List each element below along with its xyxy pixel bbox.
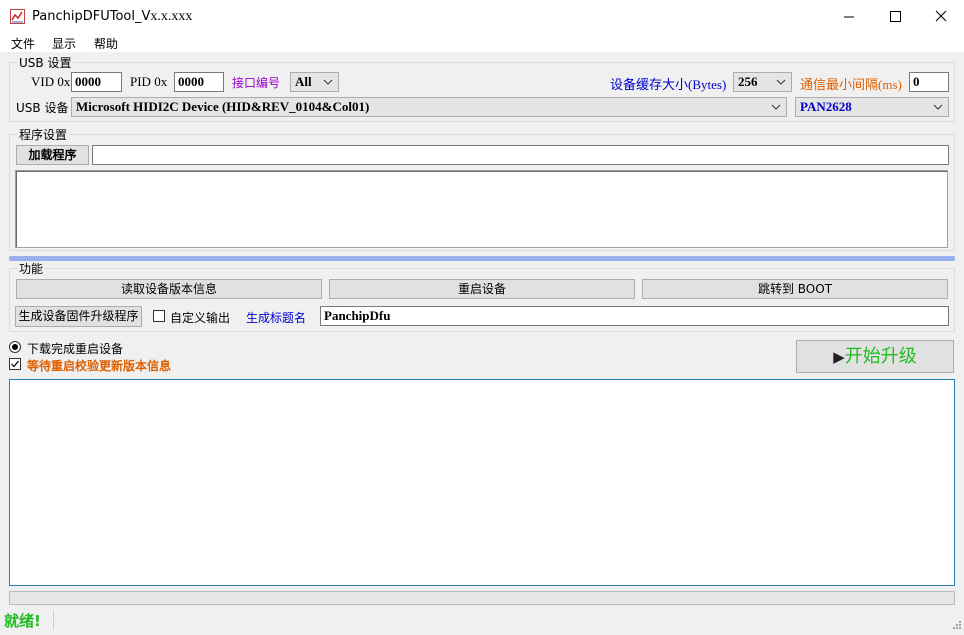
resize-grip-icon[interactable] [950, 620, 962, 632]
read-version-button[interactable]: 读取设备版本信息 [16, 279, 322, 299]
vid-label: VID 0x [31, 74, 71, 89]
window-title-version: x.x.xxx [150, 9, 193, 24]
radio-dot [12, 344, 18, 350]
usb-settings-label: USB 设置 [17, 56, 74, 70]
start-upgrade-label: 开始升级 [844, 346, 917, 367]
log-output[interactable] [9, 379, 955, 586]
usb-device-value: Microsoft HIDI2C Device (HID&REV_0104&Co… [76, 99, 370, 114]
window-title-main: PanchipDFUTool_V [32, 9, 151, 24]
maximize-button[interactable] [872, 0, 918, 33]
menu-bar [0, 33, 964, 52]
pid-label: PID 0x [130, 74, 168, 89]
interval-input[interactable]: 0 [909, 72, 949, 92]
port-select[interactable]: All [290, 72, 339, 92]
restart-after-download-radio[interactable] [9, 341, 21, 353]
load-program-button[interactable]: 加载程序 [16, 145, 89, 165]
verify-version-checkbox[interactable] [9, 358, 21, 370]
app-icon [10, 9, 25, 24]
verify-version-label: 等待重启校验更新版本信息 [27, 359, 172, 373]
program-info-textarea[interactable] [15, 170, 948, 248]
chevron-down-icon [933, 104, 943, 110]
minimize-button[interactable] [826, 0, 872, 33]
functions-label: 功能 [17, 262, 46, 276]
window-title: PanchipDFUTool_Vx.x.xxx [32, 9, 192, 25]
buffer-size-value: 256 [738, 74, 758, 89]
status-divider [53, 610, 54, 630]
menu-view[interactable]: 显示 [52, 35, 76, 52]
menu-file[interactable]: 文件 [11, 35, 35, 52]
jump-boot-button[interactable]: 跳转到 BOOT [642, 279, 948, 299]
title-name-label: 生成标题名 [246, 311, 307, 325]
restart-after-download-label: 下载完成重启设备 [27, 342, 124, 356]
buffer-size-label: 设备缓存大小(Bytes) [610, 77, 727, 92]
pid-input[interactable]: 0000 [174, 72, 224, 92]
title-name-input[interactable]: PanchipDfu [320, 306, 949, 326]
status-bar [0, 608, 964, 635]
port-label: 接口编号 [232, 76, 281, 90]
chevron-down-icon [771, 104, 781, 110]
checkmark-icon [11, 360, 19, 368]
custom-output-label: 自定义输出 [170, 311, 231, 325]
chevron-down-icon [323, 79, 333, 85]
buffer-size-select[interactable]: 256 [733, 72, 792, 92]
vid-input[interactable]: 0000 [71, 72, 122, 92]
usb-device-label: USB 设备 [16, 101, 69, 115]
usb-device-select[interactable]: Microsoft HIDI2C Device (HID&REV_0104&Co… [71, 97, 787, 117]
generate-upgrade-program-button[interactable]: 生成设备固件升级程序 [15, 306, 142, 327]
interval-label: 通信最小间隔(ms) [800, 77, 902, 92]
chip-select-value: PAN2628 [800, 99, 852, 114]
play-icon: ▶ [833, 348, 845, 366]
status-text: 就绪! [4, 612, 41, 630]
menu-help[interactable]: 帮助 [94, 35, 118, 52]
chevron-down-icon [776, 79, 786, 85]
restart-device-button[interactable]: 重启设备 [329, 279, 635, 299]
custom-output-checkbox[interactable] [153, 310, 165, 322]
progress-bar [9, 591, 955, 605]
program-settings-label: 程序设置 [17, 128, 70, 142]
port-select-value: All [295, 74, 312, 89]
program-path-input[interactable] [92, 145, 949, 165]
start-upgrade-button[interactable]: ▶开始升级 [796, 340, 954, 373]
close-button[interactable] [918, 0, 964, 33]
separator-bar [9, 256, 955, 261]
chip-select[interactable]: PAN2628 [795, 97, 949, 117]
